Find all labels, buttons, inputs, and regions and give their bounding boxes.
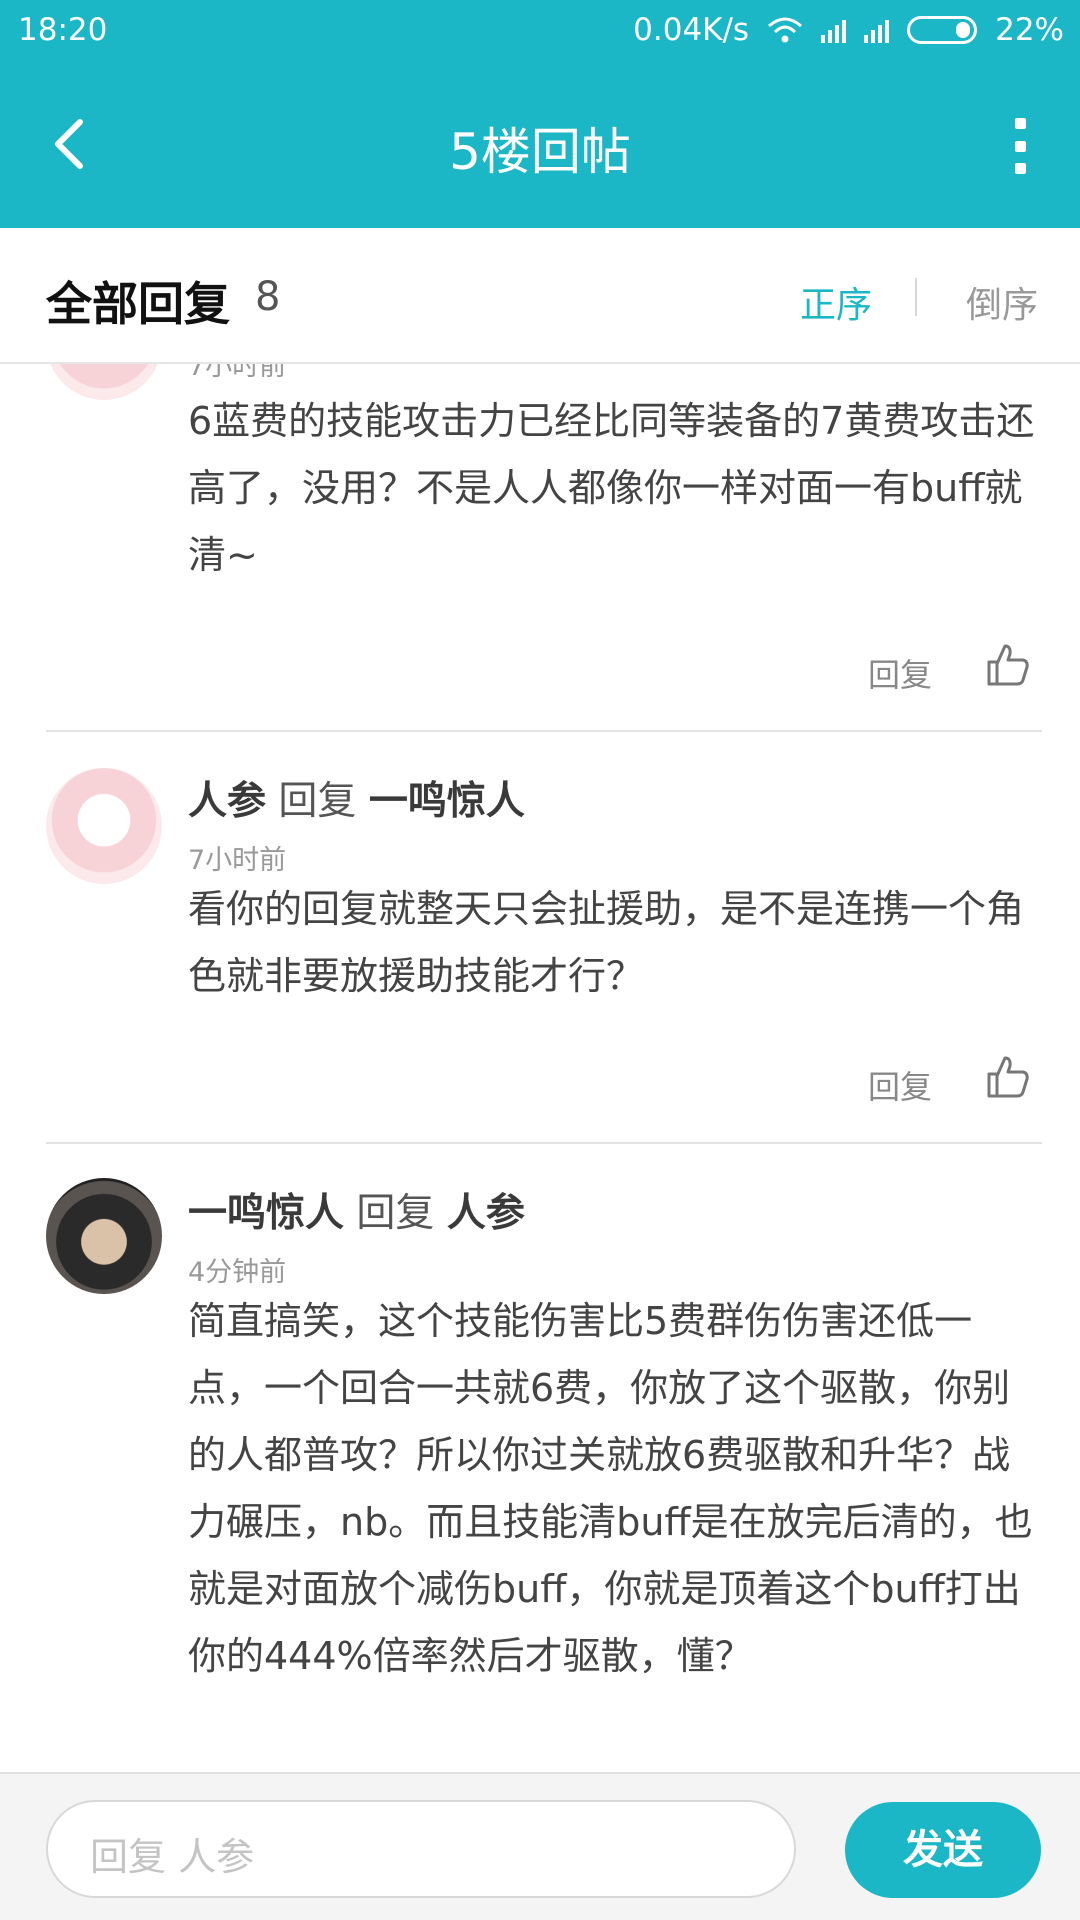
comment-author-line: 人参 回复 一鸣惊人: [188, 770, 525, 826]
thumbs-up-icon[interactable]: [985, 642, 1031, 688]
comment-text: 简直搞笑，这个技能伤害比5费群伤伤害还低一点，一个回合一共就6费，你放了这个驱散…: [188, 1299, 1033, 1678]
status-indicators: 0.04K/s 22%: [633, 12, 1064, 48]
sort-descending-tab[interactable]: 倒序: [966, 276, 1038, 328]
all-replies-label: 全部回复: [46, 277, 230, 331]
comment-time: 7小时前: [188, 364, 287, 382]
tab-separator: [915, 278, 917, 316]
thumbs-up-icon[interactable]: [985, 1054, 1031, 1100]
page-title: 5楼回帖: [449, 123, 631, 181]
reply-composer: 回复 人参 发送: [0, 1772, 1080, 1920]
reply-verb: 回复: [356, 1191, 435, 1236]
replies-header: 全部回复 8 正序 倒序: [0, 228, 1080, 364]
reply-button[interactable]: 回复: [868, 1062, 932, 1108]
avatar[interactable]: [46, 768, 162, 884]
comment-list[interactable]: 7小时前 6蓝费的技能攻击力已经比同等装备的7黄费攻击还高了，没用？不是人人都像…: [0, 364, 1080, 1772]
comment-divider: [46, 730, 1042, 732]
signal-icon: [821, 17, 847, 43]
reply-button[interactable]: 回复: [868, 650, 932, 696]
send-button[interactable]: 发送: [845, 1802, 1041, 1898]
status-bar: 18:20 0.04K/s 22%: [0, 0, 1080, 62]
signal-icon-2: [864, 17, 890, 43]
comment-time: 7小时前: [188, 845, 287, 876]
comment-text: 6蓝费的技能攻击力已经比同等装备的7黄费攻击还高了，没用？不是人人都像你一样对面…: [188, 399, 1035, 577]
avatar[interactable]: [46, 1178, 162, 1294]
comment-divider: [46, 1142, 1042, 1144]
comment-text: 看你的回复就整天只会扯援助，是不是连携一个角色就非要放援助技能才行？: [188, 887, 1025, 998]
status-time: 18:20: [18, 12, 108, 48]
reply-target[interactable]: 一鸣惊人: [369, 779, 525, 824]
reply-target[interactable]: 人参: [447, 1191, 525, 1236]
battery-level: 22%: [995, 12, 1064, 48]
app-header: 5楼回帖: [0, 62, 1080, 228]
reply-verb: 回复: [278, 779, 357, 824]
reply-input[interactable]: 回复 人参: [46, 1800, 796, 1898]
reply-count: 8: [255, 274, 281, 320]
more-options-icon[interactable]: [1008, 118, 1032, 174]
sort-ascending-tab[interactable]: 正序: [800, 276, 872, 328]
battery-icon: [907, 16, 978, 44]
comment-time: 4分钟前: [188, 1257, 287, 1288]
comment-author-line: 一鸣惊人 回复 人参: [188, 1182, 525, 1238]
wifi-icon: [768, 17, 803, 43]
network-speed: 0.04K/s: [633, 12, 750, 48]
app-header-background: 18:20 0.04K/s 22% 5楼回帖: [0, 0, 1080, 228]
comment-author[interactable]: 一鸣惊人: [188, 1191, 344, 1236]
avatar[interactable]: [46, 364, 162, 400]
comment-author[interactable]: 人参: [188, 779, 266, 824]
